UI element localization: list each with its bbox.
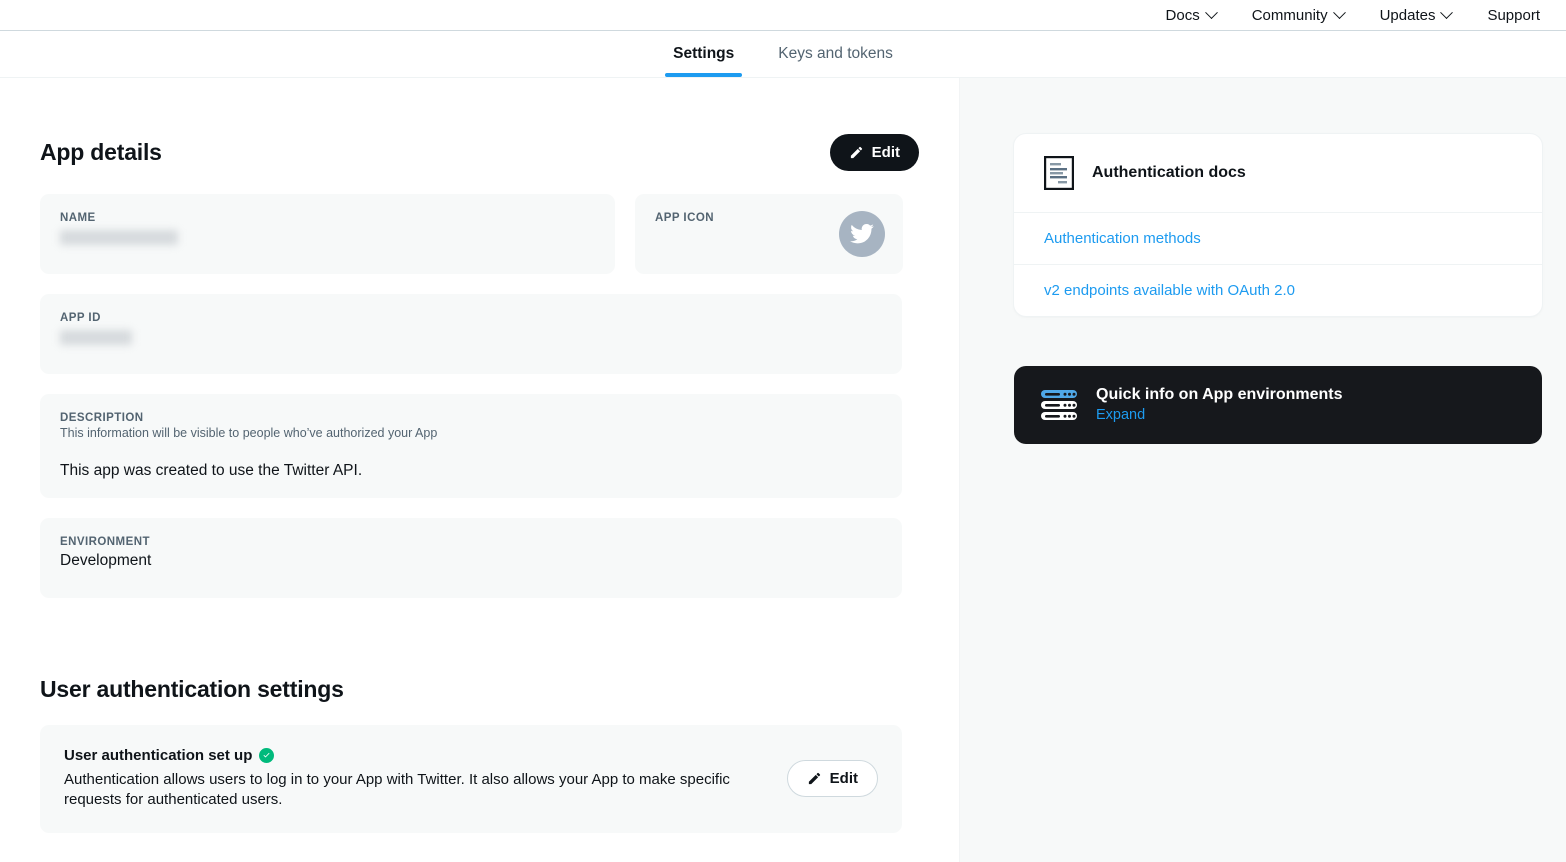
link-authentication-methods[interactable]: Authentication methods <box>1014 213 1542 264</box>
app-id-value-redacted <box>60 330 132 345</box>
chevron-down-icon <box>1440 5 1454 19</box>
quick-info-expand-link[interactable]: Expand <box>1096 407 1145 423</box>
pencil-icon <box>850 146 862 159</box>
app-description-label: DESCRIPTION <box>60 412 144 424</box>
nav-item-updates[interactable]: Updates <box>1379 5 1454 24</box>
nav-item-label: Community <box>1251 6 1328 24</box>
app-name-label: NAME <box>60 212 96 224</box>
avatar <box>839 211 885 257</box>
app-name-field[interactable]: NAME <box>40 194 615 274</box>
page-title: App details <box>40 139 162 165</box>
quick-info-text-block: Quick info on App environments Expand <box>1096 386 1343 424</box>
authentication-docs-title: Authentication docs <box>1092 164 1246 181</box>
edit-app-details-button[interactable]: Edit <box>829 134 919 171</box>
nav-item-community[interactable]: Community <box>1251 5 1346 24</box>
nav-item-support[interactable]: Support <box>1487 8 1540 23</box>
edit-button-label: Edit <box>829 770 858 788</box>
check-circle-icon <box>259 748 275 763</box>
tab-keys-and-tokens[interactable]: Keys and tokens <box>764 31 907 77</box>
tab-label: Settings <box>673 45 735 62</box>
chevron-down-icon <box>1204 5 1218 19</box>
quick-info-card[interactable]: Quick info on App environments Expand <box>1014 366 1542 444</box>
app-details-header: App details Edit <box>40 134 919 171</box>
app-id-label: APP ID <box>60 312 101 324</box>
edit-user-auth-button[interactable]: Edit <box>786 760 878 798</box>
app-description-field[interactable]: DESCRIPTION This information will be vis… <box>40 394 902 498</box>
tab-settings[interactable]: Settings <box>659 31 748 77</box>
server-stack-icon <box>1041 390 1077 420</box>
top-navigation-bar: Docs Community Updates Support <box>0 0 1566 31</box>
user-auth-description: Authentication allows users to log in to… <box>64 771 730 809</box>
user-auth-section-title: User authentication settings <box>40 676 344 702</box>
edit-button-label: Edit <box>871 144 900 161</box>
user-auth-status-label: User authentication set up <box>64 747 253 764</box>
user-auth-card: User authentication set up Authenticatio… <box>40 725 902 833</box>
app-description-value: This app was created to use the Twitter … <box>60 462 363 479</box>
nav-item-docs[interactable]: Docs <box>1165 5 1218 24</box>
nav-item-label: Support <box>1487 6 1540 24</box>
app-description-sublabel: This information will be visible to peop… <box>60 426 438 440</box>
nav-item-label: Updates <box>1379 6 1436 24</box>
user-auth-text-block: User authentication set up Authenticatio… <box>64 747 754 811</box>
app-environment-value: Development <box>60 552 152 569</box>
main-content: App details Edit NAME APP ICON APP ID DE… <box>0 78 960 862</box>
sidebar: Authentication docs Authentication metho… <box>960 78 1566 862</box>
app-settings-page: Docs Community Updates Support Settings … <box>0 0 1566 862</box>
name-and-icon-row: NAME APP ICON <box>40 194 919 274</box>
page-body: App details Edit NAME APP ICON APP ID DE… <box>0 78 1566 862</box>
nav-item-label: Docs <box>1165 6 1200 24</box>
authentication-docs-card: Authentication docs Authentication metho… <box>1014 134 1542 316</box>
document-icon <box>1044 156 1074 190</box>
chevron-down-icon <box>1332 5 1346 19</box>
pencil-icon <box>808 773 820 785</box>
twitter-bird-icon <box>850 223 874 244</box>
tab-label: Keys and tokens <box>778 45 893 62</box>
app-name-value-redacted <box>60 230 178 245</box>
link-v2-endpoints-oauth2[interactable]: v2 endpoints available with OAuth 2.0 <box>1014 264 1542 316</box>
app-icon-field[interactable]: APP ICON <box>635 194 903 274</box>
user-auth-status: User authentication set up <box>64 747 754 764</box>
app-id-field[interactable]: APP ID <box>40 294 902 374</box>
tab-bar: Settings Keys and tokens <box>0 31 1566 78</box>
authentication-docs-header: Authentication docs <box>1014 134 1542 213</box>
app-environment-field[interactable]: ENVIRONMENT Development <box>40 518 902 598</box>
app-environment-label: ENVIRONMENT <box>60 536 150 548</box>
quick-info-title: Quick info on App environments <box>1096 386 1343 403</box>
